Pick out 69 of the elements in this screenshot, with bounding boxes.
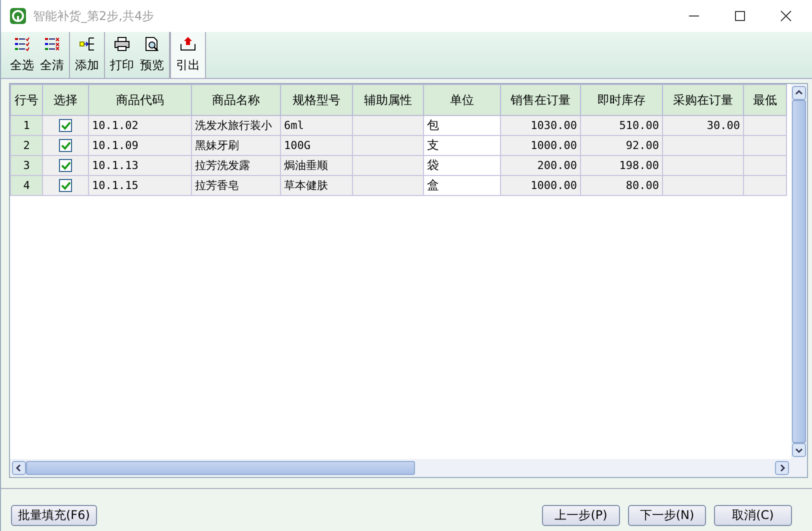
toolbar-button[interactable]: 全清 <box>37 32 67 78</box>
table-cell: 200.00 <box>537 159 577 172</box>
column-header[interactable]: 采购在订量 <box>662 84 744 116</box>
wizard-button[interactable]: 下一步(N) <box>628 504 706 526</box>
table-cell: 80.00 <box>626 179 659 192</box>
table-cell: 10.1.15 <box>92 179 138 192</box>
toolbar-button[interactable]: 打印 <box>107 32 137 78</box>
table-cell: 黑妹牙刷 <box>195 139 239 152</box>
column-header[interactable]: 商品代码 <box>88 84 192 116</box>
table-cell: 草本健肤 <box>284 179 328 192</box>
maximize-icon[interactable] <box>734 10 746 22</box>
table-cell: 1000.00 <box>530 179 577 192</box>
table-cell: 袋 <box>427 158 439 172</box>
column-header[interactable]: 即时库存 <box>580 84 662 116</box>
table-cell: 10.1.02 <box>92 119 138 132</box>
table-cell: 92.00 <box>626 139 659 152</box>
table-cell: 10.1.13 <box>92 159 138 172</box>
row-number: 3 <box>10 156 42 176</box>
batch-fill-button[interactable]: 批量填充(F6) <box>11 504 97 526</box>
table-cell: 510.00 <box>619 119 659 132</box>
table-cell: 1000.00 <box>530 139 577 152</box>
table-cell: 10.1.09 <box>92 139 138 152</box>
printer-icon <box>114 36 130 50</box>
checkbox[interactable] <box>59 139 72 152</box>
preview-icon <box>144 36 160 50</box>
toolbar-button[interactable]: 添加 <box>72 32 102 78</box>
column-header[interactable]: 选择 <box>42 84 88 116</box>
table-cell: 100G <box>284 139 310 152</box>
toolbar-button[interactable]: 全选 <box>7 32 37 78</box>
checkbox[interactable] <box>59 179 72 192</box>
table-cell: 洗发水旅行装小 <box>195 119 272 132</box>
list-icon <box>14 36 30 50</box>
column-header[interactable]: 商品名称 <box>192 84 280 116</box>
add-row-icon <box>79 36 95 50</box>
table-cell: 包 <box>427 118 439 132</box>
table-cell: 支 <box>427 138 439 152</box>
table-cell: 1030.00 <box>530 119 577 132</box>
column-header[interactable]: 最低 <box>744 84 786 116</box>
table-cell: 焗油垂顺 <box>284 159 328 172</box>
export-icon <box>180 36 196 50</box>
column-header[interactable]: 销售在订量 <box>500 84 580 116</box>
scroll-down-icon[interactable] <box>792 443 806 457</box>
list-icon <box>44 36 60 50</box>
scroll-up-icon[interactable] <box>792 86 806 100</box>
table-cell: 盒 <box>427 178 439 192</box>
table-cell: 6ml <box>284 119 304 132</box>
horizontal-scrollbar[interactable] <box>10 459 791 477</box>
column-header[interactable]: 辅助属性 <box>352 84 424 116</box>
table-cell: 30.00 <box>706 119 740 132</box>
scroll-right-icon[interactable] <box>775 461 789 475</box>
row-number: 4 <box>10 176 42 196</box>
checkbox[interactable] <box>59 159 72 172</box>
scroll-left-icon[interactable] <box>12 461 26 475</box>
wizard-button[interactable]: 取消(C) <box>714 504 792 526</box>
column-header[interactable]: 规格型号 <box>280 84 352 116</box>
table-cell: 198.00 <box>619 159 659 172</box>
checkbox[interactable] <box>59 119 72 132</box>
table-cell: 拉芳洗发露 <box>195 159 250 172</box>
wizard-button[interactable]: 上一步(P) <box>542 504 620 526</box>
table-cell: 拉芳香皂 <box>195 179 239 192</box>
app-icon <box>9 7 27 25</box>
vertical-scrollbar[interactable] <box>791 84 807 477</box>
close-icon[interactable] <box>780 10 792 22</box>
column-header[interactable]: 单位 <box>424 84 500 116</box>
row-number: 2 <box>10 136 42 156</box>
column-header[interactable]: 行号 <box>10 84 42 116</box>
toolbar-button[interactable]: 预览 <box>137 32 167 78</box>
row-number: 1 <box>10 116 42 136</box>
window-title: 智能补货_第2步,共4步 <box>33 8 154 24</box>
